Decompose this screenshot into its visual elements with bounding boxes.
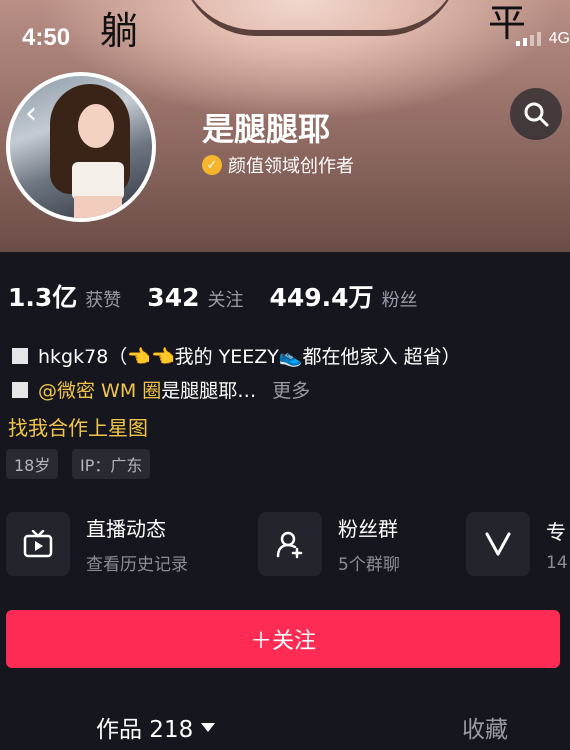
- feature-title: 直播动态: [86, 517, 166, 541]
- search-button[interactable]: [510, 88, 562, 140]
- verified-label: 颜值领域创作者: [228, 156, 354, 177]
- bio-more-button[interactable]: 更多: [272, 376, 310, 403]
- feature-title: 专: [546, 519, 566, 544]
- follow-button[interactable]: ＋关注: [6, 610, 560, 668]
- following-count[interactable]: 342: [147, 283, 199, 312]
- cover-decoration: [180, 0, 460, 36]
- signal-icon: [515, 32, 541, 46]
- back-icon[interactable]: ‹: [14, 96, 48, 131]
- bio-text-1: hkgk78（👈👈我的 YEEZY👟都在他家入 超省）: [38, 346, 461, 368]
- fan-group-icon: [258, 512, 322, 576]
- ip-location-tag: IP：广东: [72, 449, 151, 479]
- feature-subtitle: 5个群聊: [338, 555, 400, 575]
- likes-label: 获赞: [85, 290, 122, 311]
- feature-fan-group[interactable]: 粉丝群 5个群聊: [258, 512, 400, 576]
- feature-subtitle: 14: [546, 552, 568, 573]
- avatar[interactable]: [6, 72, 156, 222]
- bio-line-2: @微密 WM 圈 是腿腿耶… 更多: [12, 376, 310, 403]
- feature-special[interactable]: 专 14: [466, 512, 568, 576]
- live-tv-icon: [6, 512, 70, 576]
- profile-name: 是腿腿耶: [202, 110, 331, 148]
- bullet-icon: [12, 347, 28, 364]
- business-cta-link[interactable]: 找我合作上星图: [8, 412, 148, 441]
- dropdown-caret-icon: [201, 722, 216, 732]
- bio-line-1: hkgk78（👈👈我的 YEEZY👟都在他家入 超省）: [12, 342, 461, 369]
- followers-count[interactable]: 449.4万: [269, 278, 373, 314]
- verified-badge-icon: ✓: [202, 155, 222, 175]
- followers-label: 粉丝: [381, 290, 418, 311]
- tab-works[interactable]: 作品 218: [96, 710, 216, 744]
- network-type: 4G: [548, 30, 570, 47]
- following-label: 关注: [207, 290, 244, 311]
- cover-text-left: 躺: [100, 9, 139, 53]
- bio-text-2: 是腿腿耶…: [161, 380, 257, 402]
- status-indicators: 4G: [515, 30, 570, 48]
- profile-stats: 1.3亿 获赞 342 关注 449.4万 粉丝: [8, 278, 444, 314]
- search-icon: [524, 102, 549, 127]
- bio-mention-link[interactable]: @微密 WM 圈: [38, 376, 161, 403]
- v-icon: [466, 512, 530, 576]
- verified-row: ✓ 颜值领域创作者: [202, 152, 354, 178]
- tab-works-label: 作品 218: [96, 717, 194, 743]
- feature-subtitle: 查看历史记录: [86, 555, 188, 575]
- status-time: 4:50: [22, 24, 71, 51]
- feature-title: 粉丝群: [338, 517, 398, 541]
- feature-live-history[interactable]: 直播动态 查看历史记录: [6, 512, 188, 576]
- age-tag: 18岁: [6, 449, 59, 479]
- tab-collect[interactable]: 收藏: [462, 710, 508, 744]
- likes-count[interactable]: 1.3亿: [8, 278, 77, 314]
- bullet-icon: [12, 381, 28, 398]
